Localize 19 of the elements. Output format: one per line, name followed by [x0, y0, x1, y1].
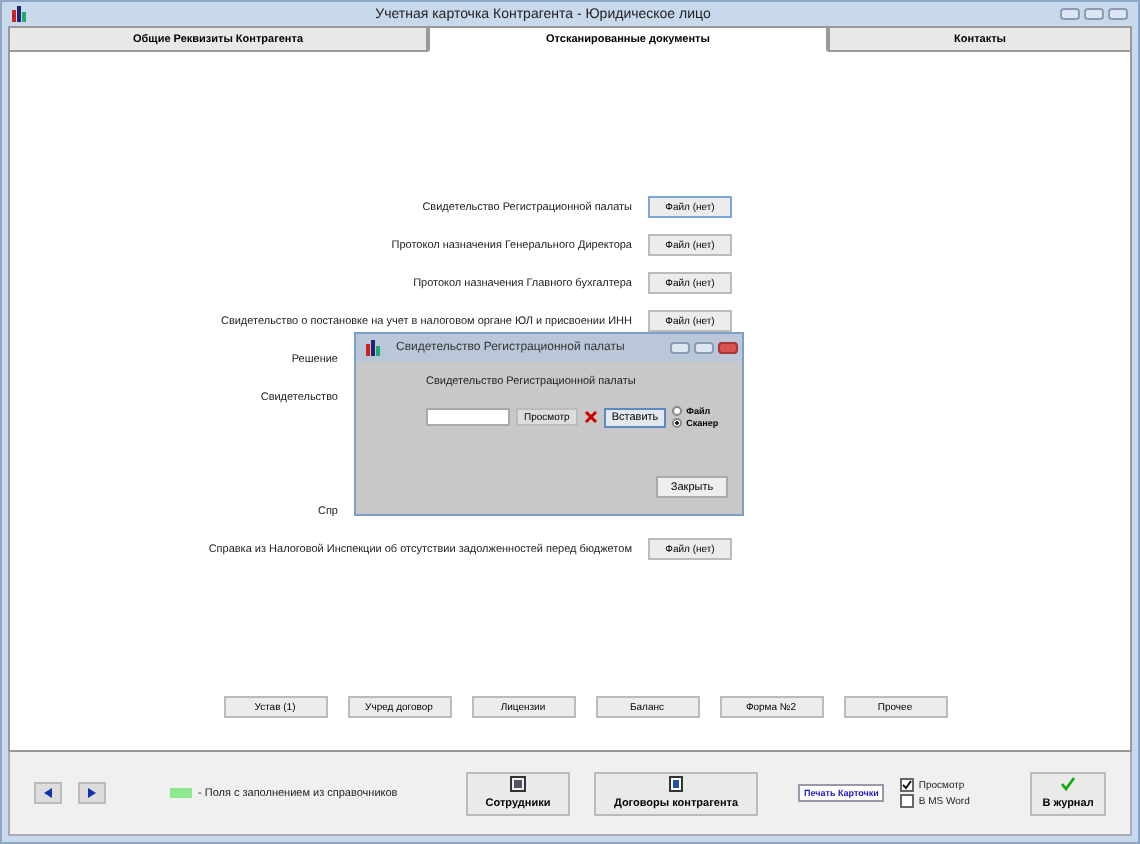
left-triangle-icon: [44, 788, 52, 798]
maximize-button[interactable]: [1084, 8, 1104, 20]
minimize-button[interactable]: [1060, 8, 1080, 20]
previous-button[interactable]: [34, 782, 62, 804]
next-button[interactable]: [78, 782, 106, 804]
maximize-button[interactable]: [694, 342, 714, 354]
file-path-field[interactable]: [426, 408, 510, 426]
app-icon: [366, 340, 380, 356]
minimize-button[interactable]: [670, 342, 690, 354]
checkbox[interactable]: [900, 794, 915, 808]
app-icon: [12, 6, 26, 22]
legend-swatch: [170, 788, 192, 798]
checkbox[interactable]: [900, 778, 915, 792]
checkmark-icon: [1060, 776, 1076, 792]
close-button[interactable]: [1108, 8, 1128, 20]
delete-icon[interactable]: [583, 410, 598, 424]
close-button[interactable]: [718, 342, 738, 354]
right-triangle-icon: [88, 788, 96, 798]
document-icon: [668, 776, 684, 792]
